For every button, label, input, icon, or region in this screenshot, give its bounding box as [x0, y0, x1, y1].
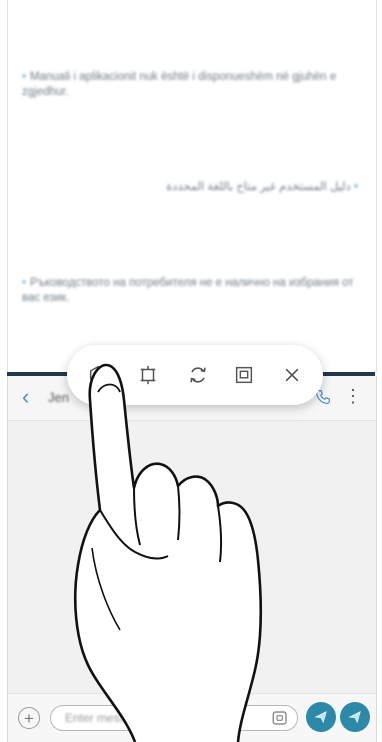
top-app-window[interactable]: • Manuali i aplikacionit nuk është i disp… — [7, 0, 377, 372]
send-icon — [348, 711, 361, 724]
add-attachment-button[interactable]: + — [18, 707, 40, 729]
text-line-3: • Ръководството на потребителя не е налич… — [22, 277, 354, 304]
save-content-icon — [89, 365, 107, 385]
save-content-button[interactable] — [85, 362, 111, 388]
send-sim2-button[interactable] — [340, 702, 370, 732]
bullet-icon: • — [22, 71, 27, 83]
switch-windows-button[interactable] — [185, 362, 211, 388]
send-sim1-button[interactable] — [306, 702, 336, 732]
split-screen-toolbar — [67, 345, 323, 405]
close-window-button[interactable] — [279, 362, 305, 388]
message-input-bar: + Enter message — [8, 693, 376, 742]
send-icon — [314, 711, 327, 724]
more-options-icon[interactable]: ⋮ — [344, 386, 362, 406]
bullet-icon: • — [350, 181, 358, 193]
close-icon — [285, 368, 299, 382]
back-icon[interactable]: ‹ — [22, 386, 29, 408]
switch-windows-icon — [190, 367, 206, 383]
maximize-window-button[interactable] — [231, 362, 257, 388]
text-line-1: • Manuali i aplikacionit nuk është i disp… — [22, 71, 337, 98]
text-line-2: دليل المستخدم غير متاح باللغة المحددة • — [166, 181, 358, 193]
adjust-window-button[interactable] — [135, 362, 161, 388]
bottom-app-window[interactable]: ‹ Jen ⋮ + Enter message — [7, 376, 377, 742]
maximize-window-icon — [235, 366, 253, 384]
sticker-icon[interactable] — [271, 709, 289, 727]
message-input[interactable]: Enter message — [50, 705, 298, 731]
message-input-placeholder: Enter message — [65, 711, 146, 725]
contact-name: Jen — [48, 390, 69, 405]
bullet-icon: • — [22, 277, 27, 289]
screen: • Manuali i aplikacionit nuk është i disp… — [0, 0, 382, 742]
adjust-window-icon — [140, 365, 156, 385]
